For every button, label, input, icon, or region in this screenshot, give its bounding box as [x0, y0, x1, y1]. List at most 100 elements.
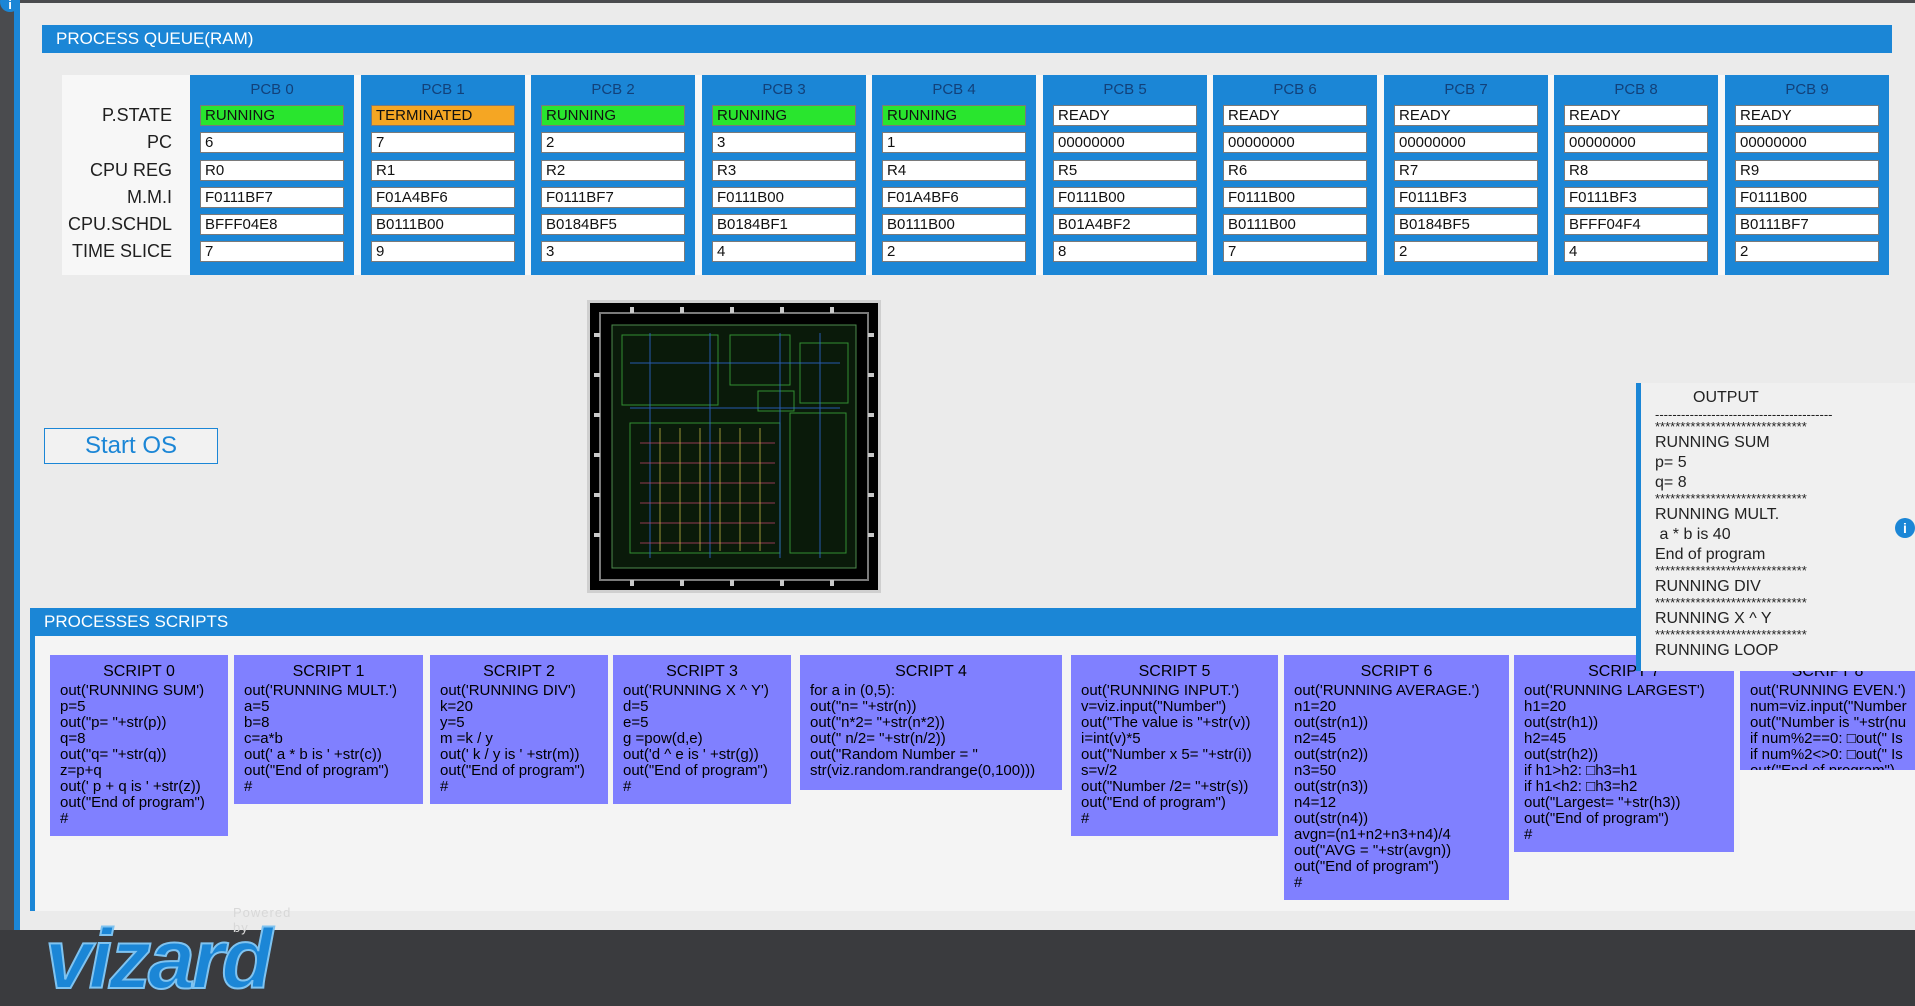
pcb-panel: PCB 3 RUNNING 3 R3 F0111B00 B0184BF1 4 [702, 75, 866, 275]
script-line: out(str(n1)) [1294, 714, 1369, 731]
script-card[interactable]: SCRIPT 5 out('RUNNING INPUT.') v=viz.input… [1071, 655, 1278, 836]
pcb-schdl-field[interactable]: B01A4BF2 [1053, 214, 1197, 235]
script-line: out("n*2= "+str(n*2)) [810, 714, 945, 731]
pcb-time-slice-field[interactable]: 9 [371, 241, 515, 262]
pcb-cpu-reg-field[interactable]: R8 [1564, 160, 1708, 181]
script-card[interactable]: SCRIPT 3 out('RUNNING X ^ Y') d=5 e=5 g =pow… [613, 655, 791, 804]
output-separator: ****************************** [1655, 421, 1807, 433]
script-line: # [440, 778, 449, 795]
pcb-state-field[interactable]: READY [1394, 105, 1538, 126]
pcb-cpu-reg-field[interactable]: R6 [1223, 160, 1367, 181]
pcb-schdl-field[interactable]: B0111B00 [371, 214, 515, 235]
pcb-mmi-field[interactable]: F0111B00 [1223, 187, 1367, 208]
pcb-state-field[interactable]: READY [1223, 105, 1367, 126]
pcb-time-slice-field[interactable]: 7 [200, 241, 344, 262]
script-card[interactable]: SCRIPT 0 out('RUNNING SUM') p=5 out("p= "+s… [50, 655, 228, 836]
script-line: out("End of program") [1524, 810, 1669, 827]
pcb-title: PCB 0 [250, 81, 294, 98]
pcb-time-slice-field[interactable]: 7 [1223, 241, 1367, 262]
pcb-cpu-reg-field[interactable]: R0 [200, 160, 344, 181]
pcb-mmi-field[interactable]: F0111B00 [712, 187, 856, 208]
pcb-title: PCB 3 [762, 81, 806, 98]
pcb-pc-field[interactable]: 3 [712, 132, 856, 153]
script-card[interactable]: SCRIPT 6 out('RUNNING AVERAGE.') n1=20 out(… [1284, 655, 1509, 900]
pcb-panel: PCB 2 RUNNING 2 R2 F0111BF7 B0184BF5 3 [531, 75, 695, 275]
pcb-state-field[interactable]: TERMINATED [371, 105, 515, 126]
script-line: n4=12 [1294, 794, 1337, 811]
pcb-schdl-field[interactable]: B0184BF5 [541, 214, 685, 235]
pcb-cpu-reg-field[interactable]: R9 [1735, 160, 1879, 181]
pcb-time-slice-field[interactable]: 2 [1735, 241, 1879, 262]
script-line: out(str(n4)) [1294, 810, 1369, 827]
pcb-pc-field[interactable]: 00000000 [1394, 132, 1538, 153]
pcb-state-field[interactable]: READY [1735, 105, 1879, 126]
pcb-time-slice-field[interactable]: 8 [1053, 241, 1197, 262]
pcb-pc-field[interactable]: 7 [371, 132, 515, 153]
pcb-schdl-field[interactable]: BFFF04E8 [200, 214, 344, 235]
output-separator: ****************************** [1655, 597, 1807, 609]
script-line: out('RUNNING INPUT.') [1081, 682, 1240, 699]
pcb-title: PCB 9 [1785, 81, 1829, 98]
script-line: s=v/2 [1081, 762, 1118, 779]
pcb-time-slice-field[interactable]: 3 [541, 241, 685, 262]
script-line: out('RUNNING MULT.') [244, 682, 397, 699]
output-panel[interactable]: OUTPUT ---------------------------------… [1636, 383, 1915, 671]
pcb-pc-field[interactable]: 00000000 [1223, 132, 1367, 153]
pcb-mmi-field[interactable]: F0111BF7 [541, 187, 685, 208]
script-title: SCRIPT 2 [483, 663, 555, 680]
pcb-panel: PCB 0 RUNNING 6 R0 F0111BF7 BFFF04E8 7 [190, 75, 354, 275]
pcb-mmi-field[interactable]: F0111BF3 [1564, 187, 1708, 208]
pcb-time-slice-field[interactable]: 4 [1564, 241, 1708, 262]
pcb-pc-field[interactable]: 2 [541, 132, 685, 153]
script-card[interactable]: SCRIPT 7 out('RUNNING LARGEST') h1=20 out(s… [1514, 655, 1734, 852]
pcb-cpu-reg-field[interactable]: R7 [1394, 160, 1538, 181]
pcb-schdl-field[interactable]: B0111B00 [882, 214, 1026, 235]
row-label: CPU REG [89, 160, 172, 180]
pcb-schdl-field[interactable]: B0184BF1 [712, 214, 856, 235]
script-line: z=p+q [60, 762, 102, 779]
pcb-mmi-field[interactable]: F01A4BF6 [371, 187, 515, 208]
script-card[interactable]: SCRIPT 1 out('RUNNING MULT.') a=5 b=8 c=a*b o… [234, 655, 423, 804]
pcb-cpu-reg-field[interactable]: R2 [541, 160, 685, 181]
pcb-time-slice-field[interactable]: 2 [882, 241, 1026, 262]
script-card[interactable]: SCRIPT 8 out('RUNNING EVEN.') num=viz.inpu… [1740, 655, 1915, 770]
pcb-pc-field[interactable]: 00000000 [1053, 132, 1197, 153]
pcb-pc-field[interactable]: 6 [200, 132, 344, 153]
script-card[interactable]: SCRIPT 4 for a in (0,5): out("n= "+str(n))… [800, 655, 1062, 790]
pcb-schdl-field[interactable]: B0111B00 [1223, 214, 1367, 235]
pcb-pc-field[interactable]: 00000000 [1735, 132, 1879, 153]
pcb-cpu-reg-field[interactable]: R5 [1053, 160, 1197, 181]
pcb-cpu-reg-field[interactable]: R1 [371, 160, 515, 181]
script-title: SCRIPT 3 [666, 663, 738, 680]
script-title: SCRIPT 1 [292, 663, 365, 680]
pcb-schdl-field[interactable]: B0111BF7 [1735, 214, 1879, 235]
script-line: out(str(h1)) [1524, 714, 1599, 731]
pcb-pc-field[interactable]: 00000000 [1564, 132, 1708, 153]
pcb-schdl-field[interactable]: BFFF04F4 [1564, 214, 1708, 235]
pcb-state-field[interactable]: RUNNING [541, 105, 685, 126]
pcb-pc-field[interactable]: 1 [882, 132, 1026, 153]
pcb-state-field[interactable]: READY [1564, 105, 1708, 126]
pcb-mmi-field[interactable]: F0111BF7 [200, 187, 344, 208]
pcb-mmi-field[interactable]: F0111B00 [1735, 187, 1879, 208]
pcb-cpu-reg-field[interactable]: R4 [882, 160, 1026, 181]
start-os-button[interactable]: Start OS [44, 428, 218, 464]
pcb-time-slice-field[interactable]: 4 [712, 241, 856, 262]
script-line: # [1294, 874, 1303, 891]
pcb-time-slice-field[interactable]: 2 [1394, 241, 1538, 262]
pcb-schdl-field[interactable]: B0184BF5 [1394, 214, 1538, 235]
pcb-mmi-field[interactable]: F0111B00 [1053, 187, 1197, 208]
pcb-state-field[interactable]: RUNNING [712, 105, 856, 126]
script-line: n1=20 [1294, 698, 1337, 715]
script-line: out(' a * b is ' +str(c)) [244, 746, 382, 763]
pcb-state-field[interactable]: RUNNING [882, 105, 1026, 126]
pcb-state-field[interactable]: READY [1053, 105, 1197, 126]
pcb-mmi-field[interactable]: F01A4BF6 [882, 187, 1026, 208]
script-line: out("End of program") [1294, 858, 1439, 875]
script-card[interactable]: SCRIPT 2 out('RUNNING DIV') k=20 y=5 m =k / … [430, 655, 608, 804]
pcb-state-field[interactable]: RUNNING [200, 105, 344, 126]
pcb-mmi-field[interactable]: F0111BF3 [1394, 187, 1538, 208]
pcb-panel: PCB 7 READY 00000000 R7 F0111BF3 B0184BF5 2 [1384, 75, 1548, 275]
pcb-cpu-reg-field[interactable]: R3 [712, 160, 856, 181]
info-icon[interactable]: i [1895, 518, 1915, 538]
